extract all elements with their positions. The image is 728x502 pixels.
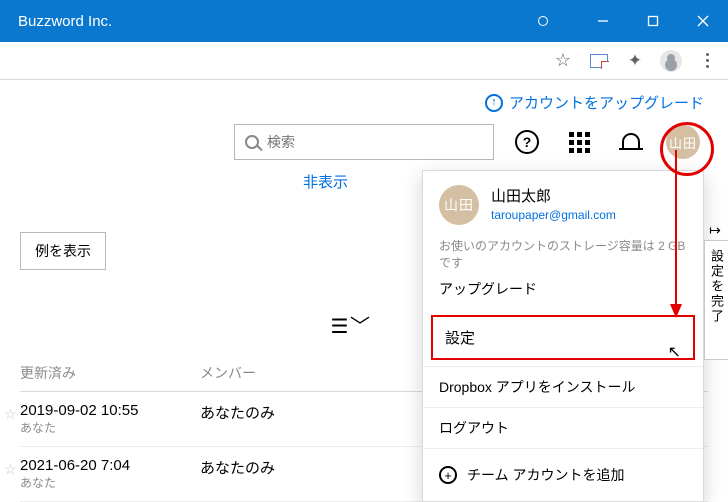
account-menu: 山田 山田太郎 taroupaper@gmail.com お使いのアカウントのス… (422, 170, 704, 502)
menu-add-team-label: チーム アカウントを追加 (467, 465, 624, 485)
status-dot-icon (538, 16, 548, 26)
menu-settings-label: 設定 (445, 330, 475, 347)
row-owner: あなた (20, 419, 200, 436)
plus-circle-icon: + (439, 466, 457, 484)
hide-toggle-link[interactable]: 非表示 (303, 174, 348, 191)
menu-install-app[interactable]: Dropbox アプリをインストール (423, 366, 703, 407)
window-maximize-button[interactable] (628, 0, 678, 42)
search-box[interactable] (234, 124, 494, 160)
view-options-button[interactable]: ☰ ﹀ (331, 310, 369, 339)
row-datetime: 2019-09-02 10:55 (20, 402, 200, 419)
window-titlebar: Buzzword Inc. (0, 0, 728, 42)
notifications-button[interactable] (612, 123, 650, 161)
row-members: あなたのみ (200, 457, 400, 478)
apps-grid-button[interactable] (560, 123, 598, 161)
col-members: メンバー (200, 363, 400, 383)
complete-setup-label: 設定を完了 (707, 249, 726, 324)
bookmark-star-icon[interactable]: ☆ (552, 50, 574, 72)
menu-avatar-icon: 山田 (439, 185, 479, 225)
browser-menu-button[interactable] (696, 50, 718, 72)
row-datetime: 2021-06-20 7:04 (20, 457, 200, 474)
extension-box-icon[interactable] (588, 50, 610, 72)
help-icon: ? (515, 130, 539, 154)
collapse-arrow-icon: ↦ (708, 223, 724, 241)
complete-setup-tab[interactable]: ↦ 設定を完了 (704, 240, 728, 360)
window-title: Buzzword Inc. (18, 13, 112, 30)
account-avatar-button[interactable]: 山田 (664, 123, 702, 161)
search-icon (245, 135, 259, 149)
row-members: あなたのみ (200, 402, 400, 423)
row-owner: あなた (20, 474, 200, 491)
storage-text: お使いのアカウントのストレージ容量は 2 GB です (423, 231, 703, 275)
star-outline-icon[interactable]: ☆ (4, 461, 17, 478)
upgrade-account-link[interactable]: ↑ アカウントをアップグレード (485, 92, 704, 113)
menu-settings[interactable]: 設定 ↖ (431, 315, 695, 360)
bell-icon (620, 131, 642, 153)
account-email[interactable]: taroupaper@gmail.com (491, 208, 616, 222)
search-input[interactable] (267, 134, 483, 150)
upgrade-arrow-icon: ↑ (485, 94, 503, 112)
star-outline-icon[interactable]: ☆ (4, 406, 17, 423)
account-name: 山田太郎 (491, 185, 616, 206)
upgrade-account-text: アカウントをアップグレード (509, 92, 704, 113)
browser-toolbar: ☆ ✦ (0, 42, 728, 80)
menu-upgrade[interactable]: アップグレード (423, 275, 703, 309)
show-example-button[interactable]: 例を表示 (20, 232, 106, 270)
menu-logout[interactable]: ログアウト (423, 407, 703, 448)
window-minimize-button[interactable] (578, 0, 628, 42)
account-menu-header: 山田 山田太郎 taroupaper@gmail.com (423, 171, 703, 231)
app-toolbar: ? 山田 (0, 119, 728, 171)
window-close-button[interactable] (678, 0, 728, 42)
cursor-icon: ↖ (668, 342, 681, 362)
apps-grid-icon (569, 132, 590, 153)
menu-add-team[interactable]: + チーム アカウントを追加 (423, 448, 703, 501)
help-button[interactable]: ? (508, 123, 546, 161)
col-updated: 更新済み (20, 363, 200, 383)
account-avatar-icon: 山田 (666, 125, 700, 159)
upgrade-banner: ↑ アカウントをアップグレード (0, 80, 728, 119)
profile-avatar-icon[interactable] (660, 50, 682, 72)
extensions-icon[interactable]: ✦ (624, 50, 646, 72)
